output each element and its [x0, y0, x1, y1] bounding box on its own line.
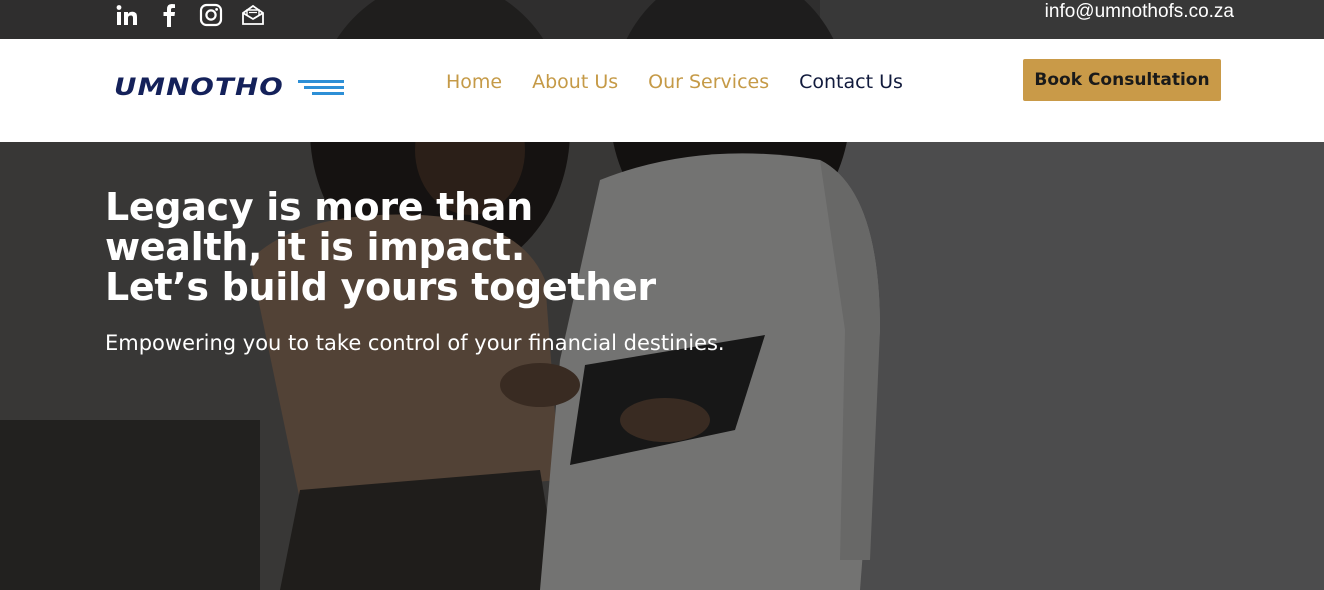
logo-lines-icon	[297, 79, 344, 95]
nav-about-us[interactable]: About Us	[532, 71, 618, 93]
nav-home[interactable]: Home	[446, 71, 502, 93]
logo-wordmark: UMNOTHO	[114, 73, 284, 101]
instagram-icon[interactable]	[199, 3, 223, 27]
main-navigation: Home About Us Our Services Contact Us	[446, 71, 903, 93]
nav-contact-us[interactable]: Contact Us	[799, 71, 903, 93]
top-bar: info@umnothofs.co.za	[0, 0, 1324, 39]
social-links	[115, 3, 265, 27]
book-consultation-button[interactable]: Book Consultation	[1023, 59, 1221, 101]
facebook-icon[interactable]	[157, 3, 181, 27]
umnotho-logo[interactable]: UMNOTHO	[114, 73, 344, 101]
mail-icon[interactable]	[241, 3, 265, 27]
contact-email-link[interactable]: info@umnothofs.co.za	[1045, 1, 1234, 23]
nav-our-services[interactable]: Our Services	[648, 71, 769, 93]
linkedin-icon[interactable]	[115, 3, 139, 27]
hero-title: Legacy is more than wealth, it is impact…	[105, 185, 656, 309]
hero-subtitle: Empowering you to take control of your f…	[105, 331, 725, 355]
site-header: UMNOTHO Home About Us Our Services Conta…	[0, 39, 1324, 142]
